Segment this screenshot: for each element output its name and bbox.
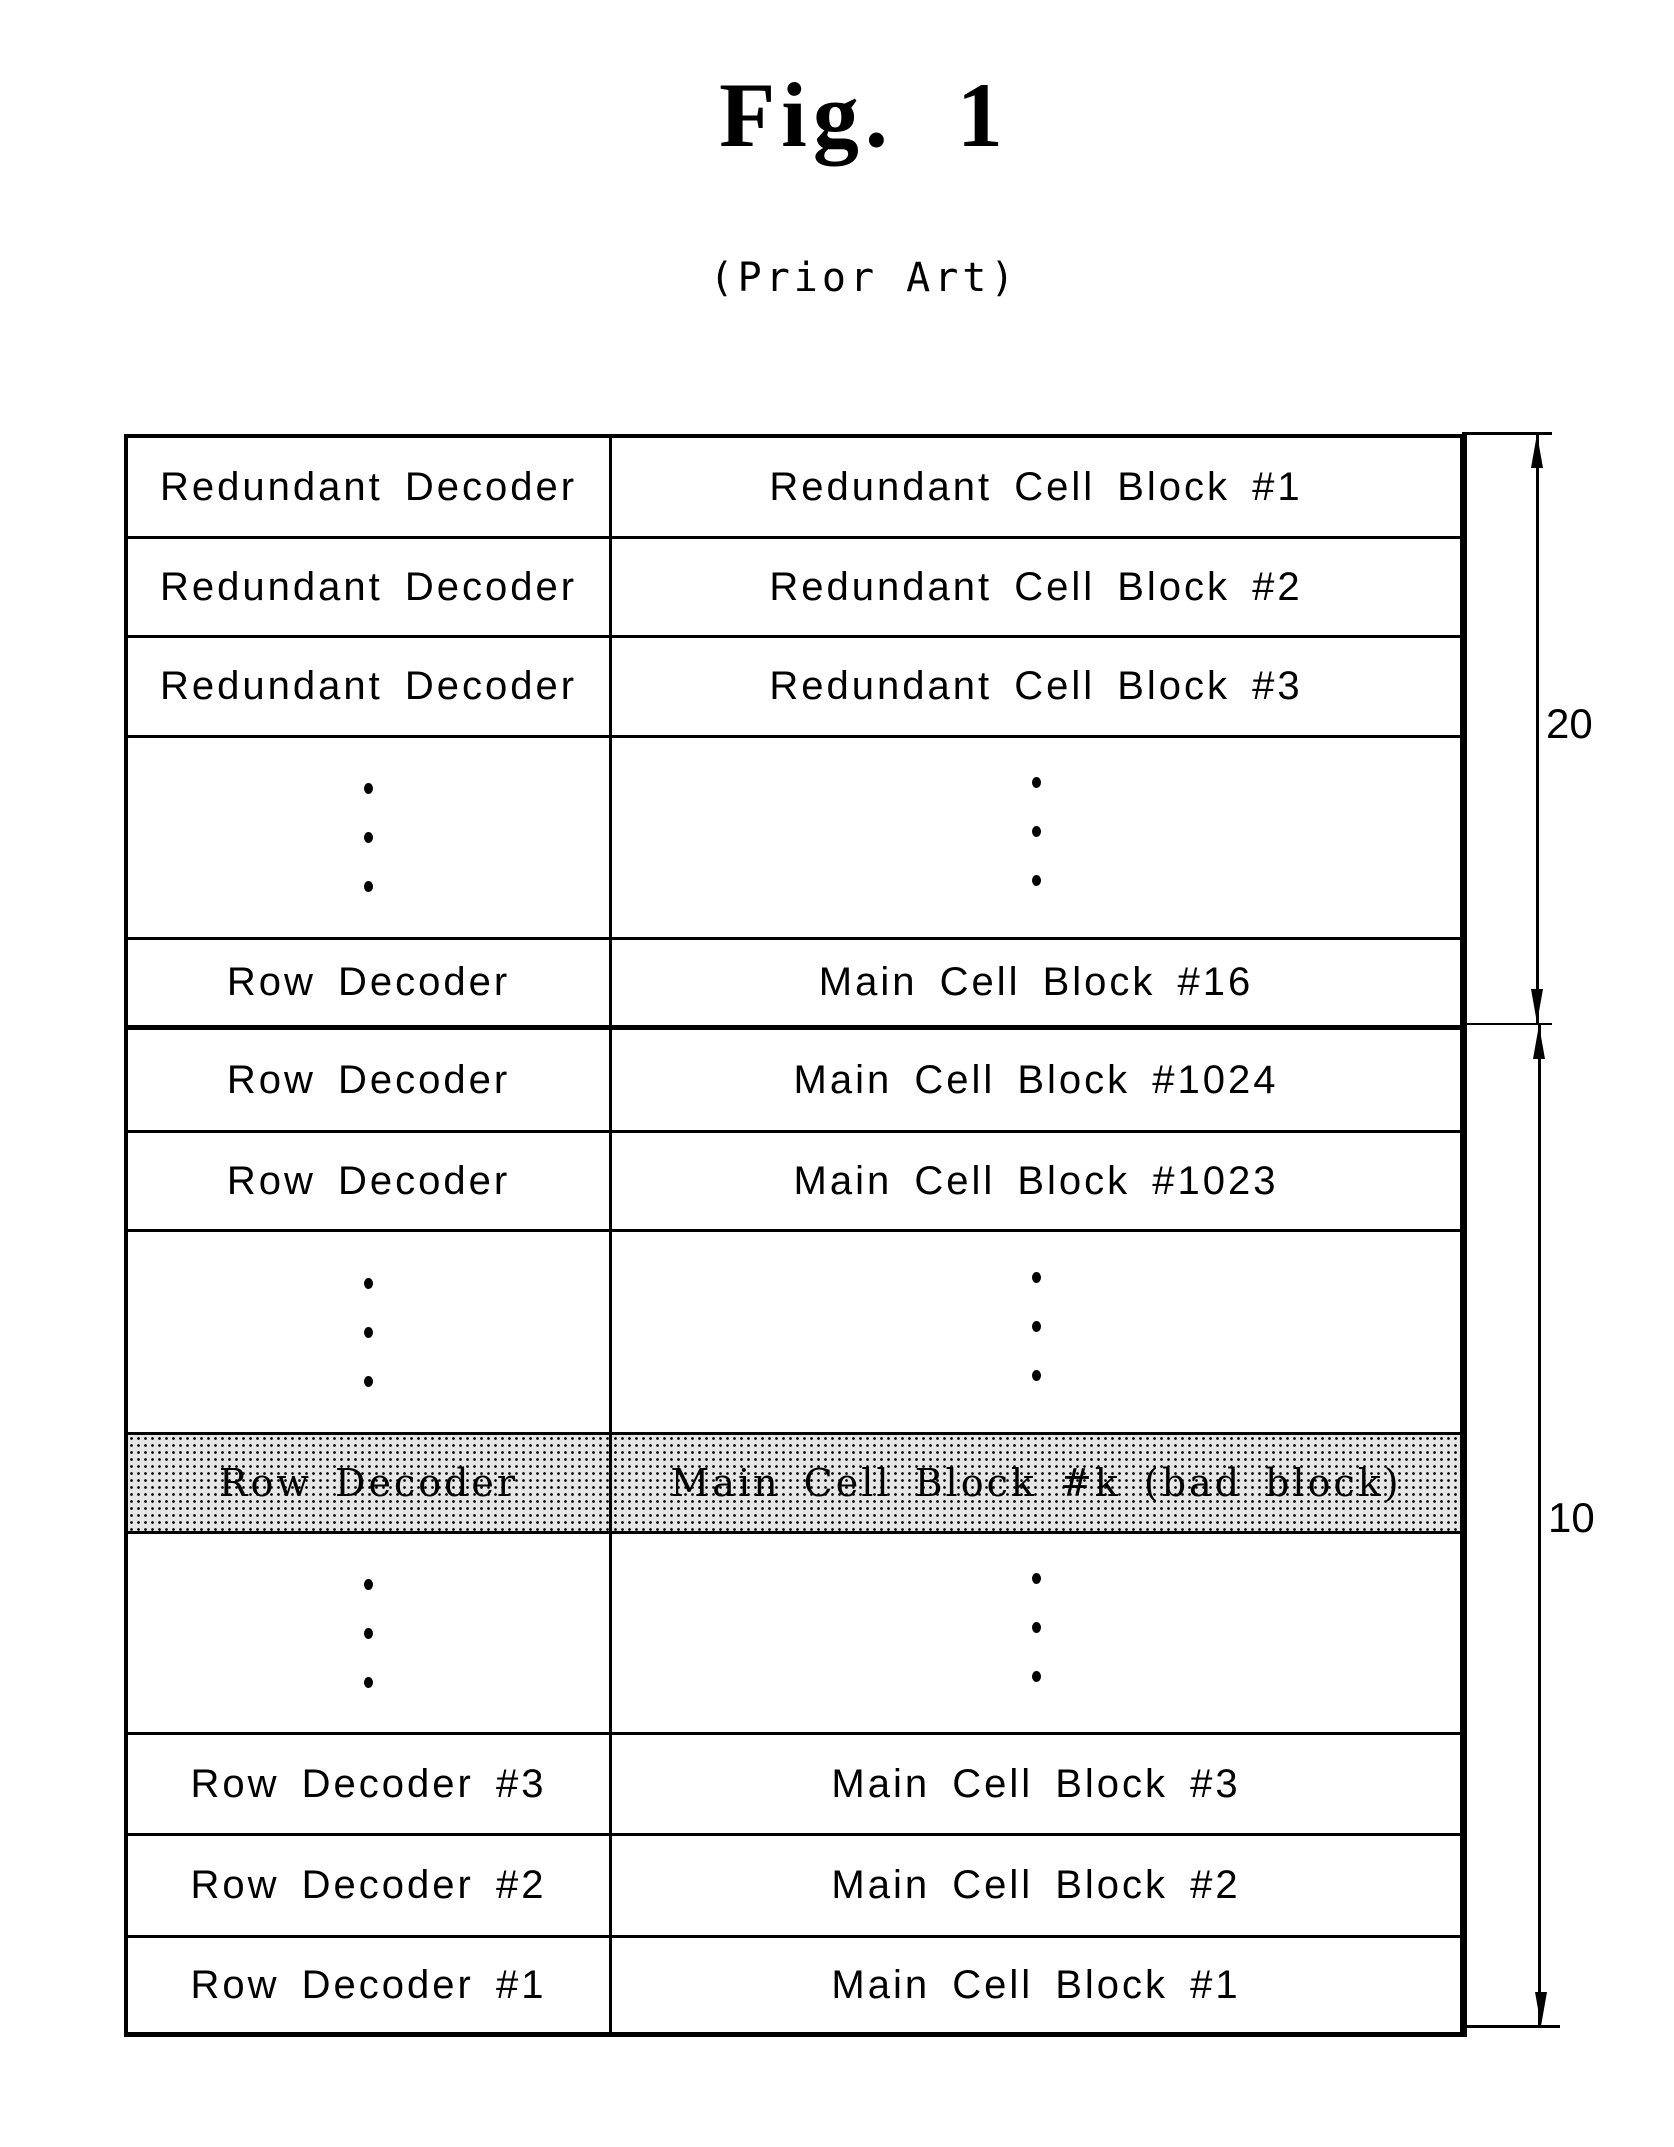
cell-label: Row Decoder <box>226 1158 511 1203</box>
cell-label: Main Cell Block #1024 <box>793 1057 1279 1102</box>
arrow-up-icon <box>1531 434 1543 468</box>
cell-label: Main Cell Block #1023 <box>793 1158 1279 1203</box>
main-cell-block-cell: Main Cell Block #2 <box>612 1836 1460 1935</box>
cell-label: Row Decoder #1 <box>190 1962 547 2007</box>
redundant-cell-block-cell: Redundant Cell Block #2 <box>612 539 1460 635</box>
cell-label: Main Cell Block #3 <box>831 1761 1241 1806</box>
cell-label: Redundant Decoder <box>159 464 578 509</box>
redundant-cell-block-cell: Redundant Cell Block #3 <box>612 638 1460 735</box>
main-cell-block-cell: Main Cell Block #1 <box>612 1938 1460 2032</box>
figure-title: Fig. 1 <box>719 64 1009 166</box>
cell-label: Redundant Cell Block #1 <box>769 464 1303 509</box>
redundant-decoder-cell: Redundant Decoder <box>128 539 612 635</box>
table-row-main-1: Row Decoder #1 Main Cell Block #1 <box>128 1938 1460 2032</box>
arrow-down-icon <box>1531 989 1543 1023</box>
cell-label: Redundant Cell Block #3 <box>769 664 1303 708</box>
table-row-main-1024: Row Decoder Main Cell Block #1024 <box>128 1030 1460 1133</box>
cell-label: Redundant Cell Block #2 <box>769 564 1303 609</box>
table-row-redundant-1: Redundant Decoder Redundant Cell Block #… <box>128 438 1460 539</box>
cell-label: Row Decoder #3 <box>190 1761 547 1806</box>
dimension-line-20 <box>1536 434 1539 1023</box>
ellipsis-cell <box>612 738 1460 937</box>
vertical-ellipsis-icon <box>1031 1271 1041 1381</box>
table-row-main-2: Row Decoder #2 Main Cell Block #2 <box>128 1836 1460 1938</box>
cell-label: Redundant Decoder <box>159 664 578 708</box>
cell-label: Row Decoder #2 <box>190 1863 547 1907</box>
dimension-line-10 <box>1538 1025 1541 2026</box>
table-row-ellipsis <box>128 1232 1460 1435</box>
arrow-up-icon <box>1533 1025 1545 1059</box>
table-row-main-16: Row Decoder Main Cell Block #16 <box>128 940 1460 1030</box>
main-cell-block-cell-bad: Main Cell Block #k (bad block) <box>612 1435 1460 1531</box>
ellipsis-cell <box>128 1232 612 1432</box>
table-row-ellipsis <box>128 1534 1460 1735</box>
row-decoder-cell: Row Decoder <box>128 1030 612 1130</box>
table-row-main-1023: Row Decoder Main Cell Block #1023 <box>128 1133 1460 1232</box>
cell-label: Row Decoder <box>218 1461 519 1505</box>
ellipsis-cell <box>612 1534 1460 1732</box>
redundant-decoder-cell: Redundant Decoder <box>128 638 612 735</box>
main-cell-block-cell: Main Cell Block #16 <box>612 940 1460 1025</box>
vertical-ellipsis-icon <box>364 1277 373 1387</box>
region-label-redundant: 20 <box>1546 700 1593 747</box>
main-cell-block-cell: Main Cell Block #1023 <box>612 1133 1460 1229</box>
redundant-decoder-cell: Redundant Decoder <box>128 438 612 536</box>
ellipsis-cell <box>128 738 612 937</box>
cell-label: Main Cell Block #2 <box>831 1863 1241 1907</box>
redundant-cell-block-cell: Redundant Cell Block #1 <box>612 438 1460 536</box>
cell-label: Row Decoder <box>226 960 511 1004</box>
row-decoder-cell-bad: Row Decoder <box>128 1435 612 1531</box>
ellipsis-cell <box>612 1232 1460 1432</box>
vertical-ellipsis-icon <box>1031 777 1041 886</box>
main-cell-block-cell: Main Cell Block #1024 <box>612 1030 1460 1130</box>
row-decoder-cell: Row Decoder #1 <box>128 1938 612 2032</box>
table-row-ellipsis <box>128 738 1460 940</box>
vertical-ellipsis-icon <box>364 783 373 892</box>
table-row-main-3: Row Decoder #3 Main Cell Block #3 <box>128 1735 1460 1836</box>
vertical-ellipsis-icon <box>364 1578 373 1688</box>
table-row-bad-block: Row Decoder Main Cell Block #k (bad bloc… <box>128 1435 1460 1534</box>
arrow-down-icon <box>1535 1992 1547 2026</box>
memory-block-table: Redundant Decoder Redundant Cell Block #… <box>124 434 1467 2037</box>
ellipsis-cell <box>128 1534 612 1732</box>
cell-label: Main Cell Block #1 <box>831 1962 1241 2007</box>
main-cell-block-cell: Main Cell Block #3 <box>612 1735 1460 1833</box>
vertical-ellipsis-icon <box>1031 1572 1041 1682</box>
row-decoder-cell: Row Decoder #2 <box>128 1836 612 1935</box>
region-label-main: 10 <box>1548 1494 1595 1541</box>
row-decoder-cell: Row Decoder <box>128 940 612 1025</box>
cell-label: Redundant Decoder <box>159 564 578 609</box>
cell-label: Main Cell Block #16 <box>818 960 1254 1004</box>
cell-label: Main Cell Block #k (bad block) <box>670 1461 1402 1505</box>
cell-label: Row Decoder <box>226 1057 511 1102</box>
figure-subtitle: (Prior Art) <box>709 255 1019 301</box>
table-row-redundant-2: Redundant Decoder Redundant Cell Block #… <box>128 539 1460 638</box>
row-decoder-cell: Row Decoder <box>128 1133 612 1229</box>
table-row-redundant-3: Redundant Decoder Redundant Cell Block #… <box>128 638 1460 738</box>
row-decoder-cell: Row Decoder #3 <box>128 1735 612 1833</box>
